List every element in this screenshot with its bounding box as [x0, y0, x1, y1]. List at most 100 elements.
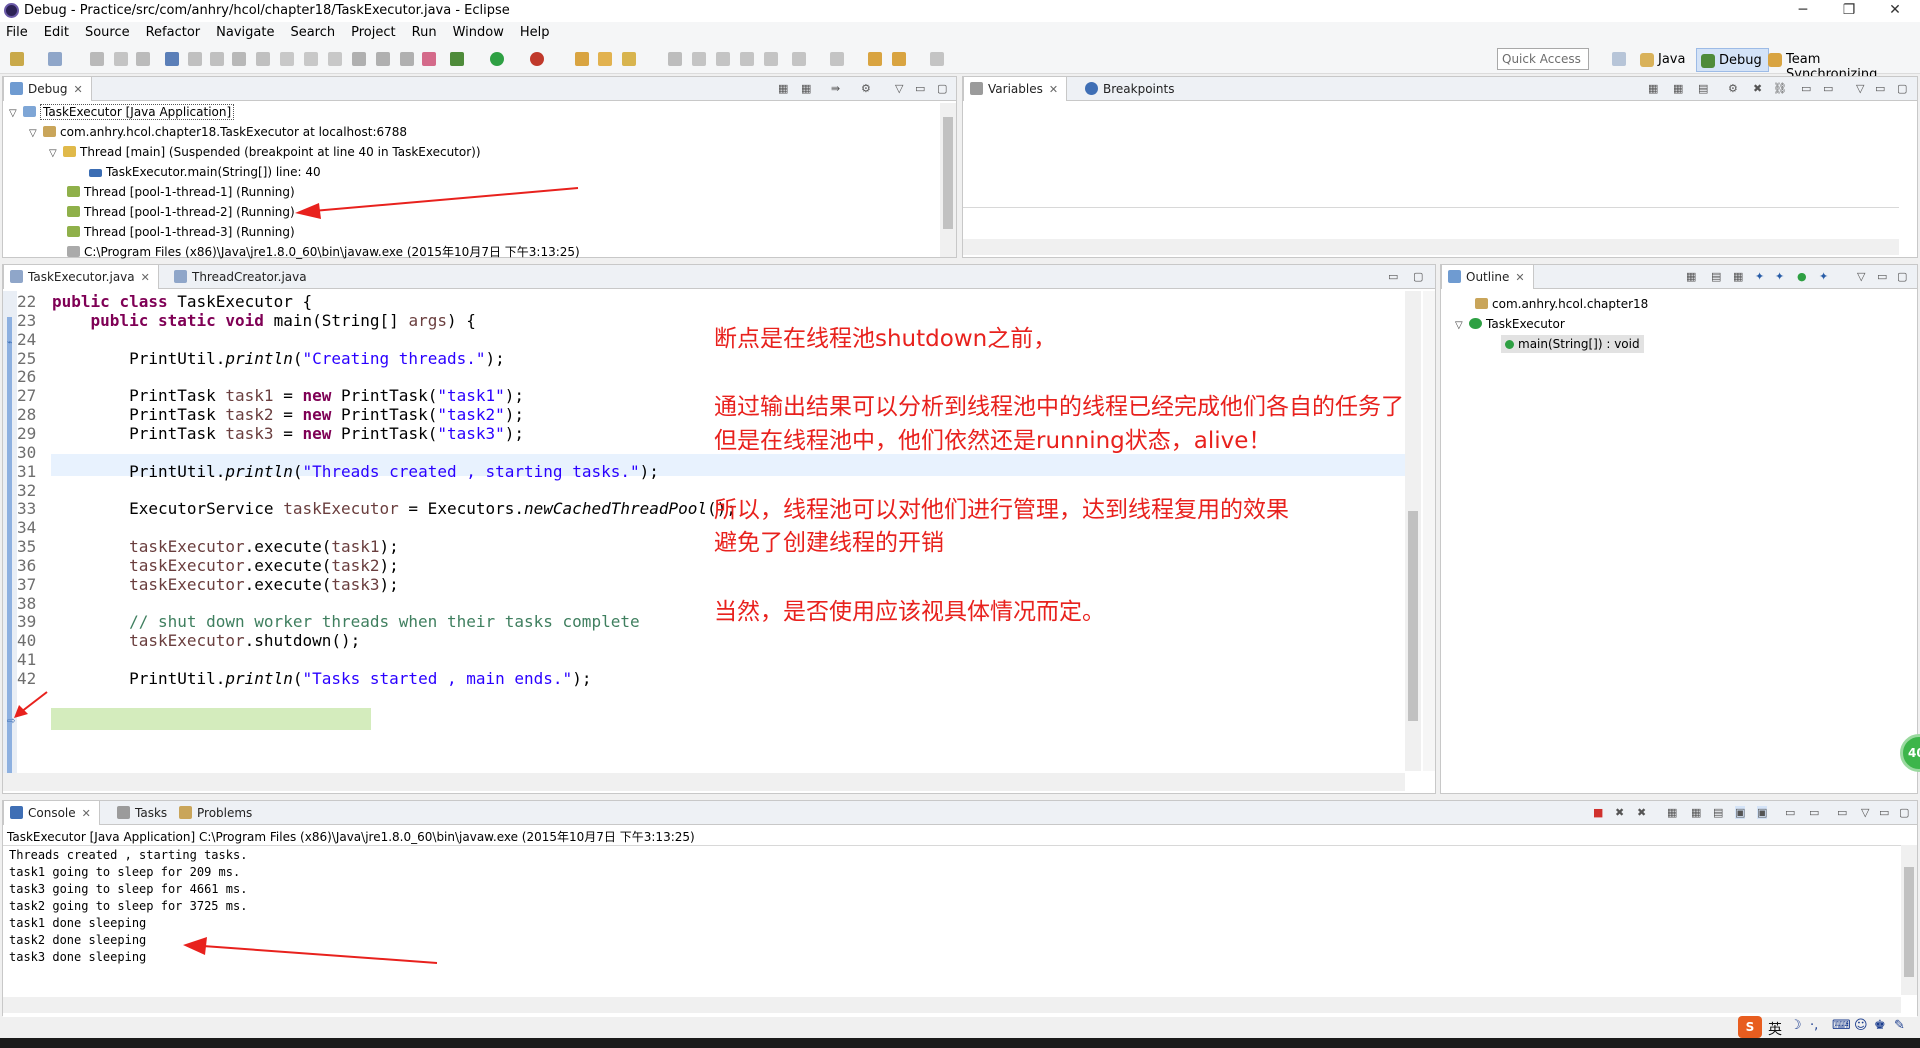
console-h-scrollbar[interactable] — [3, 997, 1901, 1013]
pin-editor-icon[interactable] — [830, 52, 844, 66]
tree-item-thread-3[interactable]: Thread [pool-1-thread-3] (Running) — [67, 223, 295, 241]
pin-icon[interactable]: ▭ — [1823, 82, 1833, 95]
perspective-debug[interactable]: Debug — [1696, 48, 1769, 72]
tab-debug[interactable]: Debug ✕ — [3, 77, 92, 101]
close-button[interactable]: ✕ — [1872, 0, 1918, 22]
toggle-block-selection-icon[interactable] — [692, 52, 706, 66]
outline-item-package[interactable]: com.anhry.hcol.chapter18 — [1475, 295, 1648, 313]
close-icon[interactable]: ✕ — [73, 83, 82, 96]
tree-item-thread-main[interactable]: ▽ Thread [main] (Suspended (breakpoint at… — [49, 143, 481, 161]
open-task-icon[interactable] — [598, 52, 612, 66]
collapse-all-icon[interactable]: ▤ — [1711, 270, 1721, 283]
tree-item-thread-1[interactable]: Thread [pool-1-thread-1] (Running) — [67, 183, 295, 201]
debug-scrollbar[interactable] — [940, 103, 956, 257]
skip-breakpoints-icon[interactable] — [165, 52, 179, 66]
new-project-icon[interactable] — [48, 52, 62, 66]
toggle-mark-occurrences-icon[interactable] — [668, 52, 682, 66]
outline-item-method[interactable]: main(String[]) : void — [1501, 335, 1644, 353]
remove-launch-icon[interactable]: ✖ — [1615, 806, 1624, 819]
back-icon[interactable] — [892, 52, 906, 66]
restore-button[interactable]: ❐ — [1826, 0, 1872, 22]
tab-outline[interactable]: Outline ✕ — [1441, 265, 1534, 289]
menu-navigate[interactable]: Navigate — [208, 22, 282, 40]
tab-console[interactable]: Console ✕ — [3, 801, 100, 825]
show-whitespace-icon[interactable] — [716, 52, 730, 66]
disconnect-icon[interactable] — [256, 52, 270, 66]
ime-punct-icon[interactable]: ·, — [1810, 1018, 1818, 1033]
menu-search[interactable]: Search — [282, 22, 343, 40]
close-icon[interactable]: ✕ — [1515, 271, 1524, 284]
menu-source[interactable]: Source — [77, 22, 138, 40]
suspend-icon[interactable] — [210, 52, 224, 66]
clear-console-icon[interactable]: ▦ — [1667, 806, 1677, 819]
search-icon[interactable] — [622, 52, 636, 66]
new-icon[interactable] — [10, 52, 24, 66]
step-return-icon[interactable] — [328, 52, 342, 66]
menu-help[interactable]: Help — [512, 22, 558, 40]
minimize-view-icon[interactable]: ▭ — [1877, 270, 1887, 283]
tools-icon[interactable]: ✎ — [1894, 1018, 1905, 1033]
show-logical-structure-icon[interactable]: ▦ — [1673, 82, 1683, 95]
back-arrow-icon[interactable] — [868, 52, 882, 66]
expand-arrow-icon[interactable]: ▽ — [49, 145, 63, 163]
menu-refactor[interactable]: Refactor — [138, 22, 209, 40]
keyboard-icon[interactable]: ⌨ — [1832, 1018, 1851, 1033]
editor-v-scrollbar[interactable] — [1405, 291, 1421, 771]
ime-language[interactable]: 英 — [1768, 1019, 1782, 1039]
tab-threadcreator-java[interactable]: ThreadCreator.java — [168, 265, 315, 289]
hide-fields-icon[interactable]: ▦ — [1733, 270, 1743, 283]
tab-taskexecutor-java[interactable]: TaskExecutor.java ✕ — [3, 265, 159, 289]
debug-icon[interactable] — [450, 52, 464, 66]
menu-edit[interactable]: Edit — [36, 22, 77, 40]
tree-item-process[interactable]: C:\Program Files (x86)\Java\jre1.8.0_60\… — [67, 243, 580, 261]
shirt-icon[interactable]: ♚ — [1874, 1018, 1886, 1033]
maximize-view-icon[interactable]: ▢ — [1897, 82, 1907, 95]
external-tools-icon[interactable] — [530, 52, 544, 66]
tab-breakpoints[interactable]: Breakpoints — [1079, 77, 1182, 101]
minimize-view-icon[interactable]: ▭ — [915, 82, 925, 95]
tab-problems[interactable]: Problems — [173, 801, 260, 825]
resume-icon[interactable] — [188, 52, 202, 66]
use-step-filters-icon[interactable] — [376, 52, 390, 66]
maximize-view-icon[interactable]: ▢ — [1899, 806, 1909, 819]
variables-h-scrollbar[interactable] — [963, 239, 1899, 255]
pin-console-icon[interactable]: ▭ — [1785, 806, 1795, 819]
minimize-view-icon[interactable]: ▭ — [1879, 806, 1889, 819]
remove-all-terminated-icon[interactable]: ✖ — [1637, 806, 1646, 819]
link-with-editor-icon[interactable]: ✦ — [1819, 270, 1828, 283]
show-on-stderr-icon[interactable]: ▣ — [1757, 806, 1768, 819]
chevron-down-icon[interactable]: ▽ — [1856, 82, 1864, 95]
remove-selected-icon[interactable]: ⚙ — [1728, 82, 1738, 95]
open-perspective-icon[interactable] — [1612, 52, 1626, 66]
maximize-view-icon[interactable]: ▢ — [937, 82, 947, 95]
step-filter-icon[interactable]: ⇛ — [831, 82, 840, 95]
close-icon[interactable]: ✕ — [82, 807, 91, 820]
ime-mode-icon[interactable]: ☽ — [1790, 1018, 1802, 1033]
console-output[interactable] — [3, 845, 1917, 1017]
tree-item-vm[interactable]: ▽ com.anhry.hcol.chapter18.TaskExecutor a… — [29, 123, 407, 141]
minimize-view-icon[interactable]: ▭ — [1388, 270, 1398, 283]
chevron-down-icon[interactable]: ▽ — [1861, 806, 1869, 819]
minimize-button[interactable]: ─ — [1780, 0, 1826, 22]
show-type-names-icon[interactable]: ▦ — [1648, 82, 1658, 95]
tab-variables[interactable]: Variables ✕ — [963, 77, 1068, 101]
step-into-icon[interactable] — [280, 52, 294, 66]
menu-window[interactable]: Window — [445, 22, 512, 40]
terminate-icon[interactable]: ■ — [1593, 806, 1603, 819]
maximize-view-icon[interactable]: ▢ — [1413, 270, 1423, 283]
menu-run[interactable]: Run — [404, 22, 445, 40]
minimize-view-icon[interactable]: ▭ — [1875, 82, 1885, 95]
open-console-icon[interactable]: ▭ — [1837, 806, 1847, 819]
next-annotation-icon[interactable] — [740, 52, 754, 66]
collapse-all-icon[interactable]: ▤ — [1698, 82, 1708, 95]
remove-all-icon[interactable]: ▦ — [801, 82, 811, 95]
display-selected-console-icon[interactable]: ▭ — [1809, 806, 1819, 819]
menu-file[interactable]: File — [0, 22, 36, 40]
remove-all-icon[interactable]: ✖ — [1753, 82, 1762, 95]
tree-item-launch[interactable]: ▽ TaskExecutor [Java Application] — [9, 103, 235, 121]
drop-to-frame-icon[interactable] — [352, 52, 366, 66]
console-v-scrollbar[interactable] — [1901, 845, 1917, 995]
code-line[interactable]: 42 PrintUtil.println("Tasks started , ma… — [3, 668, 1403, 691]
step-over-icon[interactable] — [304, 52, 318, 66]
view-menu-icon[interactable]: ⚙ — [861, 82, 871, 95]
